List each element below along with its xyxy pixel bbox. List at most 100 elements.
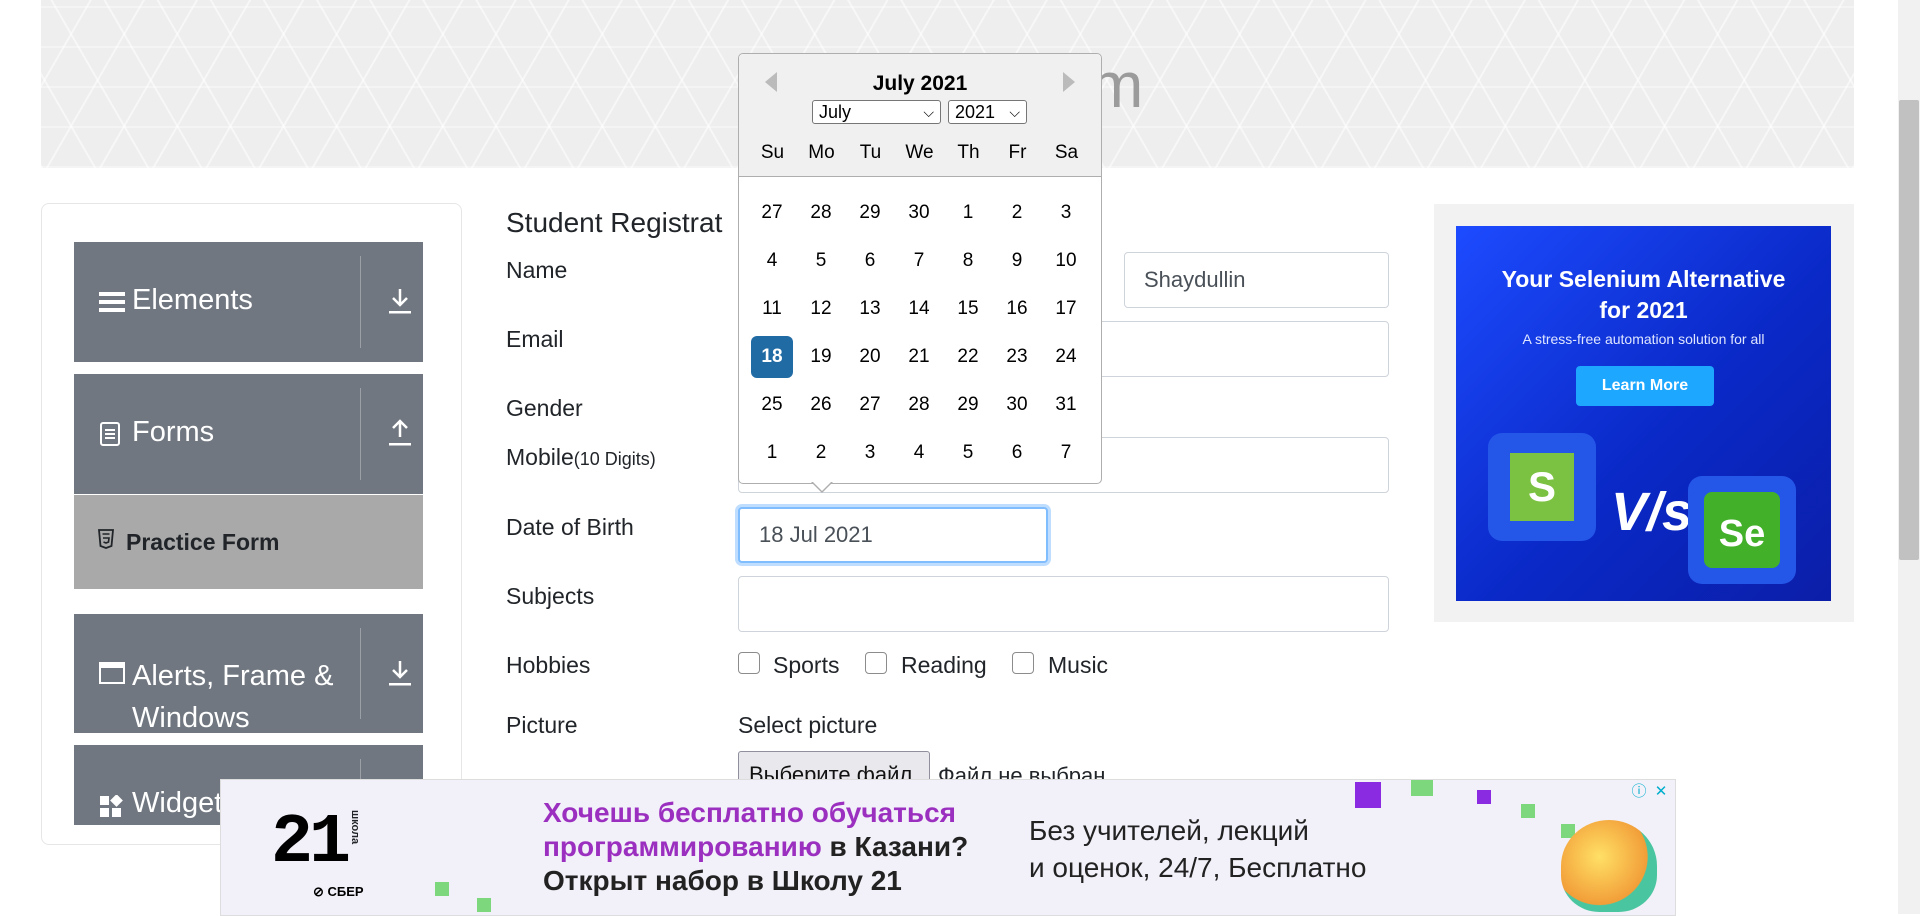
scrollbar-thumb[interactable] [1899,100,1919,560]
upload-icon[interactable] [388,419,414,449]
calendar-day[interactable]: 16 [996,288,1038,330]
calendar-day[interactable]: 25 [751,384,793,426]
chevron-down-icon: ⌵ [1009,104,1020,120]
ad-right-line-2: и оценок, 24/7, Бесплатно [1029,852,1367,883]
subjects-label: Subjects [506,583,595,609]
calendar-day[interactable]: 28 [898,384,940,426]
next-month-icon[interactable] [1063,72,1075,92]
calendar-day[interactable]: 9 [996,240,1038,282]
calendar-day[interactable]: 1 [947,192,989,234]
weekday-label: Tu [859,142,882,163]
divider [360,628,361,719]
download-icon[interactable] [388,659,414,689]
calendar-day[interactable]: 27 [849,384,891,426]
mobile-label: Mobile(10 Digits) [506,444,656,471]
hobbies-label: Hobbies [506,652,591,678]
sidebar-item-practice-form[interactable]: Practice Form [74,495,423,589]
sports-checkbox[interactable] [738,652,760,674]
ad-line-2-black: в Казани? [821,831,969,862]
decor-square [1521,804,1535,818]
bottom-ad-banner[interactable]: 21 школа ⊘ СБЕР Хочешь бесплатно обучать… [220,779,1676,916]
calendar-day[interactable]: 8 [947,240,989,282]
music-label[interactable]: Music [1048,652,1108,679]
ad-close-icon[interactable]: ✕ [1651,782,1671,802]
tile-right: Se [1688,476,1796,584]
last-name-input[interactable]: Shaydullin [1124,252,1389,308]
school21-logo: 21 [271,804,351,883]
datepicker-popup: July 2021 July ⌵ 2021 ⌵ Su Mo Tu We Th Fr … [738,53,1102,484]
school21-logo-vertical: школа [349,810,361,845]
calendar-day[interactable]: 28 [800,192,842,234]
calendar-day[interactable]: 14 [898,288,940,330]
calendar-day[interactable]: 2 [800,432,842,474]
widgets-icon [99,794,127,823]
date-of-birth-input[interactable]: 18 Jul 2021 [738,507,1048,563]
calendar-day[interactable]: 30 [996,384,1038,426]
calendar-day[interactable]: 6 [849,240,891,282]
calendar-day[interactable]: 17 [1045,288,1087,330]
sidebar-group-forms[interactable]: Forms [74,374,423,494]
weekday-label: We [905,142,934,163]
datepicker-month-title: July 2021 [872,72,968,95]
calendar-day[interactable]: 6 [996,432,1038,474]
calendar-day[interactable]: 29 [947,384,989,426]
ad-info-icon[interactable]: ⓘ [1629,782,1649,802]
decor-square [435,882,449,896]
calendar-day[interactable]: 20 [849,336,891,378]
calendar-day[interactable]: 26 [800,384,842,426]
calendar-day[interactable]: 21 [898,336,940,378]
calendar-day[interactable]: 2 [996,192,1038,234]
calendar-day[interactable]: 3 [849,432,891,474]
calendar-day[interactable]: 13 [849,288,891,330]
calendar-day[interactable]: 27 [751,192,793,234]
sber-logo: ⊘ СБЕР [313,884,364,899]
reading-checkbox[interactable] [865,652,887,674]
calendar-day[interactable]: 11 [751,288,793,330]
music-checkbox[interactable] [1012,652,1034,674]
ad-headline: Your Selenium Alternative for 2021 [1456,264,1831,326]
calendar-day[interactable]: 3 [1045,192,1087,234]
calendar-day[interactable]: 23 [996,336,1038,378]
divider [360,388,361,480]
calendar-day[interactable]: 7 [1045,432,1087,474]
sidebar-group-label: Alerts, Frame & Windows [132,655,333,739]
month-select-value: July [819,101,852,122]
calendar-day[interactable]: 29 [849,192,891,234]
calendar-day[interactable]: 1 [751,432,793,474]
s-logo-icon: S [1510,453,1574,521]
selenium-alternative-ad[interactable]: Your Selenium Alternative for 2021 A stre… [1456,226,1831,601]
calendar-day[interactable]: 4 [751,240,793,282]
calendar-day[interactable]: 24 [1045,336,1087,378]
decor-square [477,898,491,912]
reading-label[interactable]: Reading [901,652,987,679]
divider [360,256,361,348]
sidebar-group-alerts[interactable]: Alerts, Frame & Windows [74,614,423,734]
datepicker-arrow-inner [812,481,832,491]
calendar-day[interactable]: 4 [898,432,940,474]
calendar-day[interactable]: 15 [947,288,989,330]
ad-headline-line-2: for 2021 [1599,297,1688,323]
sports-label[interactable]: Sports [773,652,839,679]
download-icon[interactable] [388,287,414,317]
month-select[interactable]: July ⌵ [812,100,941,124]
mobile-hint: (10 Digits) [573,449,656,469]
calendar-day[interactable]: 5 [947,432,989,474]
calendar-day[interactable]: 5 [800,240,842,282]
ad-line-1: Хочешь бесплатно обучаться [543,797,956,828]
calendar-day[interactable]: 22 [947,336,989,378]
html5-icon [98,529,114,555]
calendar-day[interactable]: 12 [800,288,842,330]
calendar-day[interactable]: 10 [1045,240,1087,282]
picture-label: Picture [506,712,578,738]
calendar-day[interactable]: 7 [898,240,940,282]
calendar-day[interactable]: 18 [751,336,793,378]
subjects-input[interactable] [738,576,1389,632]
calendar-day[interactable]: 19 [800,336,842,378]
learn-more-button[interactable]: Learn More [1576,366,1714,406]
ad-line-2: программированию в Казани? [543,830,968,864]
ad-right-text: Без учителей, лекций и оценок, 24/7, Бесп… [1029,812,1366,886]
sidebar-group-elements[interactable]: Elements [74,242,423,362]
calendar-day[interactable]: 31 [1045,384,1087,426]
calendar-day[interactable]: 30 [898,192,940,234]
year-select[interactable]: 2021 ⌵ [948,100,1027,124]
